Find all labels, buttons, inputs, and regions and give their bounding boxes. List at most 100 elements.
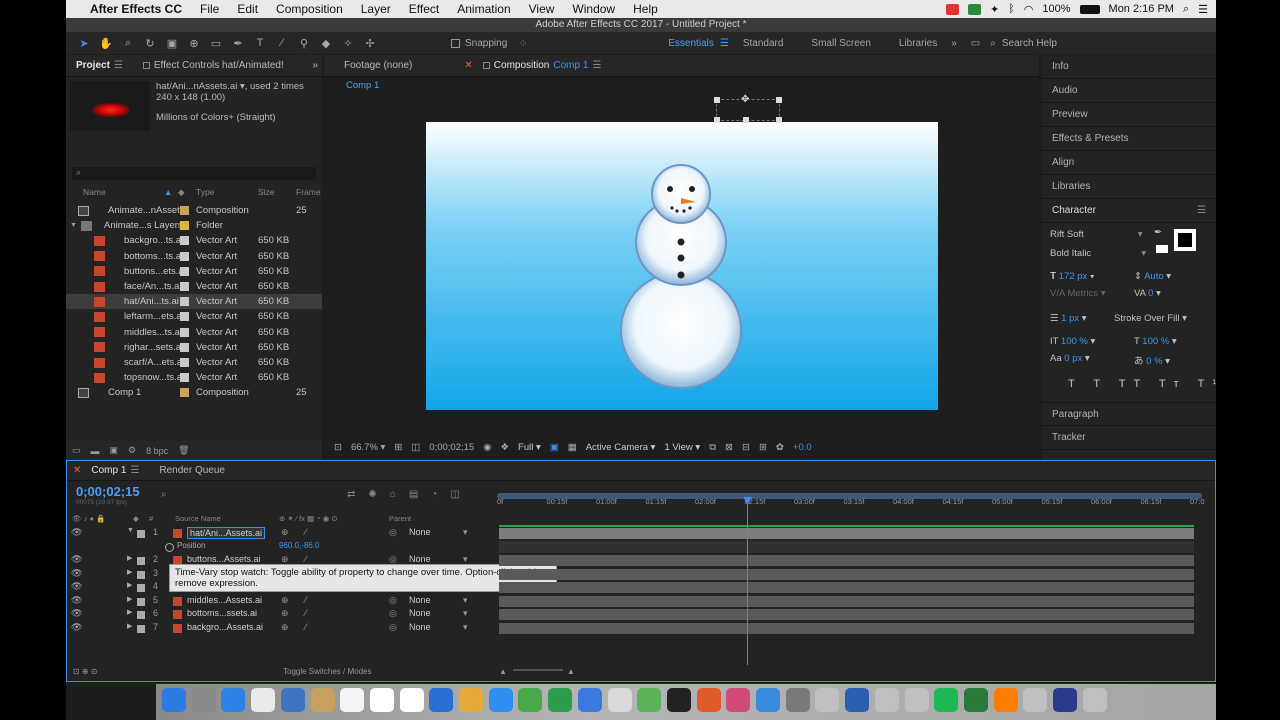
magnification-dropdown[interactable]: 66.7% ▾ [351,442,385,453]
layer-duration-bar[interactable] [499,555,1194,566]
tsume-field[interactable]: あ 0 % ▾ [1134,353,1170,367]
tracking-field[interactable]: VA 0 ▾ [1134,288,1161,299]
layer-duration-bar[interactable] [499,582,1194,593]
camtasia-icon[interactable] [934,688,959,712]
after-effects-icon[interactable] [1023,688,1048,712]
rectangle-tool-icon[interactable]: ▭ [208,35,224,51]
current-time[interactable]: 0;00;02;15 [429,442,474,453]
label-color-swatch[interactable] [180,312,189,322]
project-item[interactable]: Comp 1 Composition 25 [66,385,322,400]
camtasia-icon[interactable] [967,3,981,15]
label-color-swatch[interactable] [180,236,189,246]
workspace-essentials[interactable]: Essentials [668,38,714,49]
pan-behind-tool-icon[interactable]: ⊕ [186,35,202,51]
stroke-mode-dropdown[interactable]: Stroke Over Fill ▾ [1114,313,1187,324]
panel-character[interactable]: Character ☰ [1042,199,1216,223]
appstore-icon[interactable] [726,688,751,712]
quicktime-icon[interactable] [993,688,1018,712]
sync-settings-icon[interactable]: ▭ [971,38,980,49]
label-color-swatch[interactable] [180,388,189,398]
exposure-value[interactable]: +0.0 [793,442,812,453]
disclosure-triangle-icon[interactable]: ▼ [70,222,77,229]
spotlight-search-icon[interactable]: ⌕ [1183,3,1189,16]
label-color-swatch[interactable] [180,342,189,352]
vertical-scale-field[interactable]: IT 100 % ▾ [1050,336,1095,347]
hand-tool-icon[interactable]: ✋ [98,35,114,51]
project-item[interactable]: hat/Ani...ts.ai Vector Art 650 KB [66,294,322,310]
photobooth-icon[interactable] [637,688,662,712]
kerning-field[interactable]: V/A Metrics ▾ [1050,288,1105,299]
camera-tool-icon[interactable]: ▣ [164,35,180,51]
region-of-interest-icon[interactable]: ▣ [550,442,559,453]
calendar-icon[interactable] [340,688,365,712]
label-color-swatch[interactable] [180,251,189,261]
font-size-field[interactable]: 𝐓 172 px ▾ [1050,271,1095,282]
ibooks-icon[interactable] [696,688,721,712]
trash-icon[interactable] [1082,688,1107,712]
grid-icon[interactable]: ⊞ [394,442,402,453]
tab-render-queue[interactable]: Render Queue [149,465,235,476]
illustrator-icon[interactable] [963,688,988,712]
exposure-icon[interactable]: ✿ [776,442,784,453]
bluetooth-icon[interactable]: ᛒ [1008,3,1015,15]
numbers-icon[interactable] [607,688,632,712]
transform-handle[interactable] [743,117,749,123]
menu-layer[interactable]: Layer [352,2,400,16]
timeline-search-input[interactable]: ⌕ [161,489,331,501]
project-item[interactable]: leftarm...ets.ai Vector Art 650 KB [66,309,322,324]
layer-duration-bar[interactable] [499,568,1194,580]
zoom-in-icon[interactable]: ▲ [567,667,575,676]
snap-options-icon[interactable]: ⁘ [515,35,531,51]
col-size[interactable]: Size [258,187,275,197]
creative-cloud-icon[interactable] [945,3,959,15]
composition-canvas[interactable] [426,122,938,410]
project-item[interactable]: righar...sets.ai Vector Art 650 KB [66,340,322,355]
show-channel-icon[interactable]: ❖ [500,442,509,453]
shy-layers-icon[interactable]: ⌂ [390,489,396,500]
playhead[interactable] [743,497,753,665]
transform-handle[interactable] [776,97,782,103]
project-settings-icon[interactable]: ⚙ [128,445,136,456]
workspace-overflow-icon[interactable]: » [951,38,957,49]
wifi-icon[interactable]: ◠ [1024,3,1034,16]
lock-icon[interactable] [142,62,150,69]
close-timeline-icon[interactable]: ✕ [67,465,81,476]
help-icon[interactable] [874,688,899,712]
panel-tracker[interactable]: Tracker [1042,426,1216,450]
search-help-input[interactable]: Search Help [1002,38,1057,49]
textedit-icon[interactable] [399,688,424,712]
project-item[interactable]: buttons...ets.ai Vector Art 650 KB [66,264,322,279]
project-item[interactable]: ▼ Animate...s Layers Folder [66,218,322,233]
panel-overflow-icon[interactable]: » [312,60,322,71]
draft-3d-icon[interactable]: ✺ [368,489,376,500]
col-name[interactable]: Name [83,187,106,197]
itunes-icon[interactable] [666,688,691,712]
layer-duration-bar[interactable] [499,528,1194,539]
project-item[interactable]: topsnow...ts.ai Vector Art 650 KB [66,370,322,385]
launchpad-icon[interactable] [191,688,216,712]
col-source-name[interactable]: Source Name [175,514,221,523]
always-preview-icon[interactable]: ⊡ [334,442,342,453]
finder-icon[interactable] [162,688,186,712]
toggle-switches-modes[interactable]: Toggle Switches / Modes [283,667,372,676]
battery-percent[interactable]: 100% [1042,3,1070,15]
label-color-swatch[interactable] [180,221,189,231]
maps-icon[interactable] [548,688,573,712]
system-preferences-icon[interactable] [756,688,780,712]
new-folder-icon[interactable]: ▬ [91,446,100,456]
timeline-icon[interactable]: ⊟ [742,442,750,453]
close-tab-icon[interactable]: ✕ [464,60,472,71]
spotify-icon[interactable] [904,688,929,712]
chrome-icon[interactable] [251,688,276,712]
workspace-menu-icon[interactable]: ☰ [720,38,729,49]
transform-handle[interactable] [776,117,782,123]
faux-styles-row[interactable]: T T TT Tт T¹ T₁ [1068,378,1216,390]
snapshot-icon[interactable]: ◉ [483,442,491,453]
stroke-color-swatch[interactable] [1178,233,1192,247]
new-composition-icon[interactable]: ▣ [110,445,119,456]
leading-field[interactable]: ⇕ Auto ▾ [1134,271,1171,282]
panel-preview[interactable]: Preview [1042,103,1216,127]
tab-composition[interactable]: Composition Comp 1 ☰ [473,60,612,71]
menu-animation[interactable]: Animation [448,2,519,16]
tab-effect-controls[interactable]: Effect Controls hat/Animated! [133,60,294,71]
